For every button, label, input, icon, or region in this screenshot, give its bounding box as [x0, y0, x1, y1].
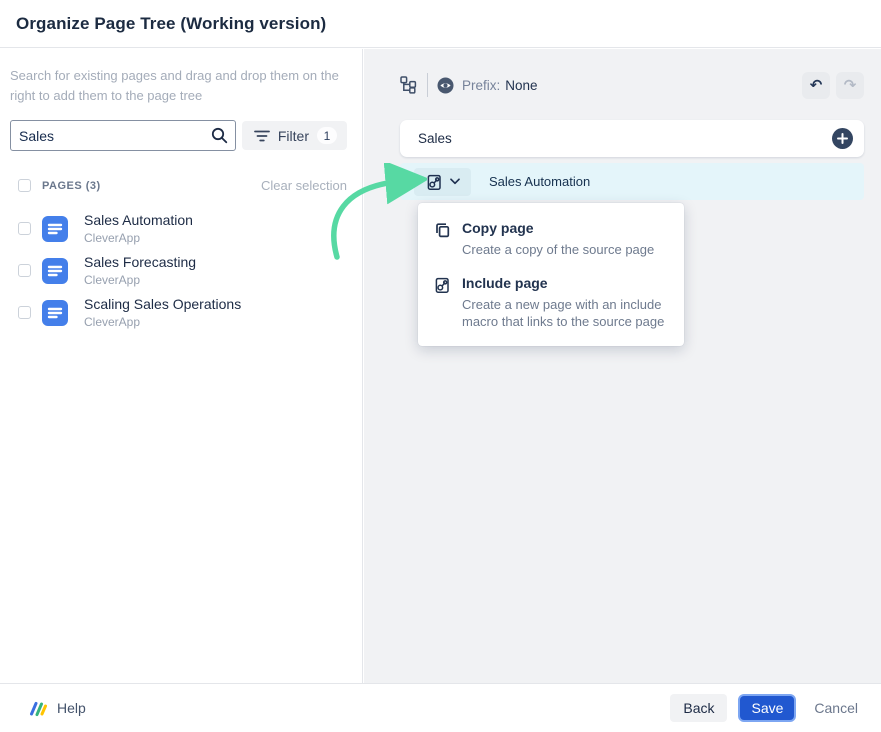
help-label: Help	[57, 700, 86, 716]
filter-label: Filter	[278, 128, 309, 144]
page-item-title: Scaling Sales Operations	[84, 296, 241, 312]
menu-item-description: Create a copy of the source page	[462, 242, 654, 259]
filter-icon	[254, 130, 270, 142]
tree-toolbar: Prefix: None ↶ ↷	[400, 71, 864, 99]
list-item[interactable]: Scaling Sales Operations CleverApp	[0, 297, 362, 328]
tree-child-row-selected[interactable]: Sales Automation	[400, 163, 864, 200]
select-all-checkbox[interactable]	[18, 179, 31, 192]
include-page-icon	[433, 275, 451, 331]
document-icon	[42, 300, 68, 326]
filter-count-badge: 1	[317, 127, 337, 144]
page-item-space: CleverApp	[84, 315, 241, 329]
page-item-title: Sales Forecasting	[84, 254, 196, 270]
search-input[interactable]	[10, 120, 236, 151]
help-link[interactable]: Help	[28, 700, 86, 717]
root-page-label: Sales	[418, 131, 452, 146]
page-item-space: CleverApp	[84, 231, 193, 245]
dialog-footer: Help Back Save Cancel	[0, 683, 881, 732]
search-box	[10, 120, 236, 151]
copy-page-icon	[433, 220, 451, 259]
toolbar-divider	[427, 73, 428, 97]
chevron-down-icon	[450, 178, 460, 185]
list-item[interactable]: Sales Automation CleverApp	[0, 213, 362, 244]
add-page-button[interactable]	[832, 128, 853, 149]
filter-button[interactable]: Filter 1	[242, 121, 347, 150]
page-mode-dropdown-menu: Copy page Create a copy of the source pa…	[418, 203, 684, 346]
clear-selection-link[interactable]: Clear selection	[261, 178, 347, 193]
prefix-value[interactable]: None	[505, 78, 537, 93]
menu-item-copy-page[interactable]: Copy page Create a copy of the source pa…	[433, 220, 668, 259]
menu-item-description: Create a new page with an include macro …	[462, 297, 668, 331]
redo-button[interactable]: ↷	[836, 72, 864, 99]
save-button[interactable]: Save	[738, 694, 796, 722]
tree-root-row[interactable]: Sales	[400, 120, 864, 157]
page-item-space: CleverApp	[84, 273, 196, 287]
page-mode-dropdown-button[interactable]	[414, 168, 471, 196]
menu-item-label: Include page	[462, 275, 668, 291]
search-row: Filter 1	[10, 120, 347, 151]
pages-header: PAGES (3) Clear selection	[18, 178, 347, 193]
menu-item-label: Copy page	[462, 220, 654, 236]
page-list: Sales Automation CleverApp Sales Forecas…	[0, 213, 362, 328]
prefix-visibility-icon[interactable]	[437, 77, 454, 94]
pages-count-label: PAGES (3)	[42, 180, 101, 192]
page-title: Organize Page Tree (Working version)	[16, 14, 326, 34]
page-tree-panel: Prefix: None ↶ ↷ Sales	[364, 49, 881, 683]
include-page-icon	[425, 173, 443, 191]
cancel-button[interactable]: Cancel	[814, 700, 858, 716]
app-logo-icon	[28, 700, 48, 717]
back-button[interactable]: Back	[670, 694, 727, 722]
menu-item-include-page[interactable]: Include page Create a new page with an i…	[433, 275, 668, 331]
page-checkbox[interactable]	[18, 264, 31, 277]
helper-text: Search for existing pages and drag and d…	[10, 66, 348, 105]
page-checkbox[interactable]	[18, 306, 31, 319]
list-item[interactable]: Sales Forecasting CleverApp	[0, 255, 362, 286]
undo-button[interactable]: ↶	[802, 72, 830, 99]
dialog-header: Organize Page Tree (Working version)	[0, 0, 881, 48]
child-page-label: Sales Automation	[489, 174, 590, 189]
document-icon	[42, 216, 68, 242]
page-item-title: Sales Automation	[84, 212, 193, 228]
document-icon	[42, 258, 68, 284]
search-panel: Search for existing pages and drag and d…	[0, 49, 363, 683]
prefix-label: Prefix:	[462, 78, 500, 93]
page-checkbox[interactable]	[18, 222, 31, 235]
page-tree-icon[interactable]	[400, 76, 417, 94]
organize-page-tree-dialog: Organize Page Tree (Working version) Sea…	[0, 0, 881, 732]
